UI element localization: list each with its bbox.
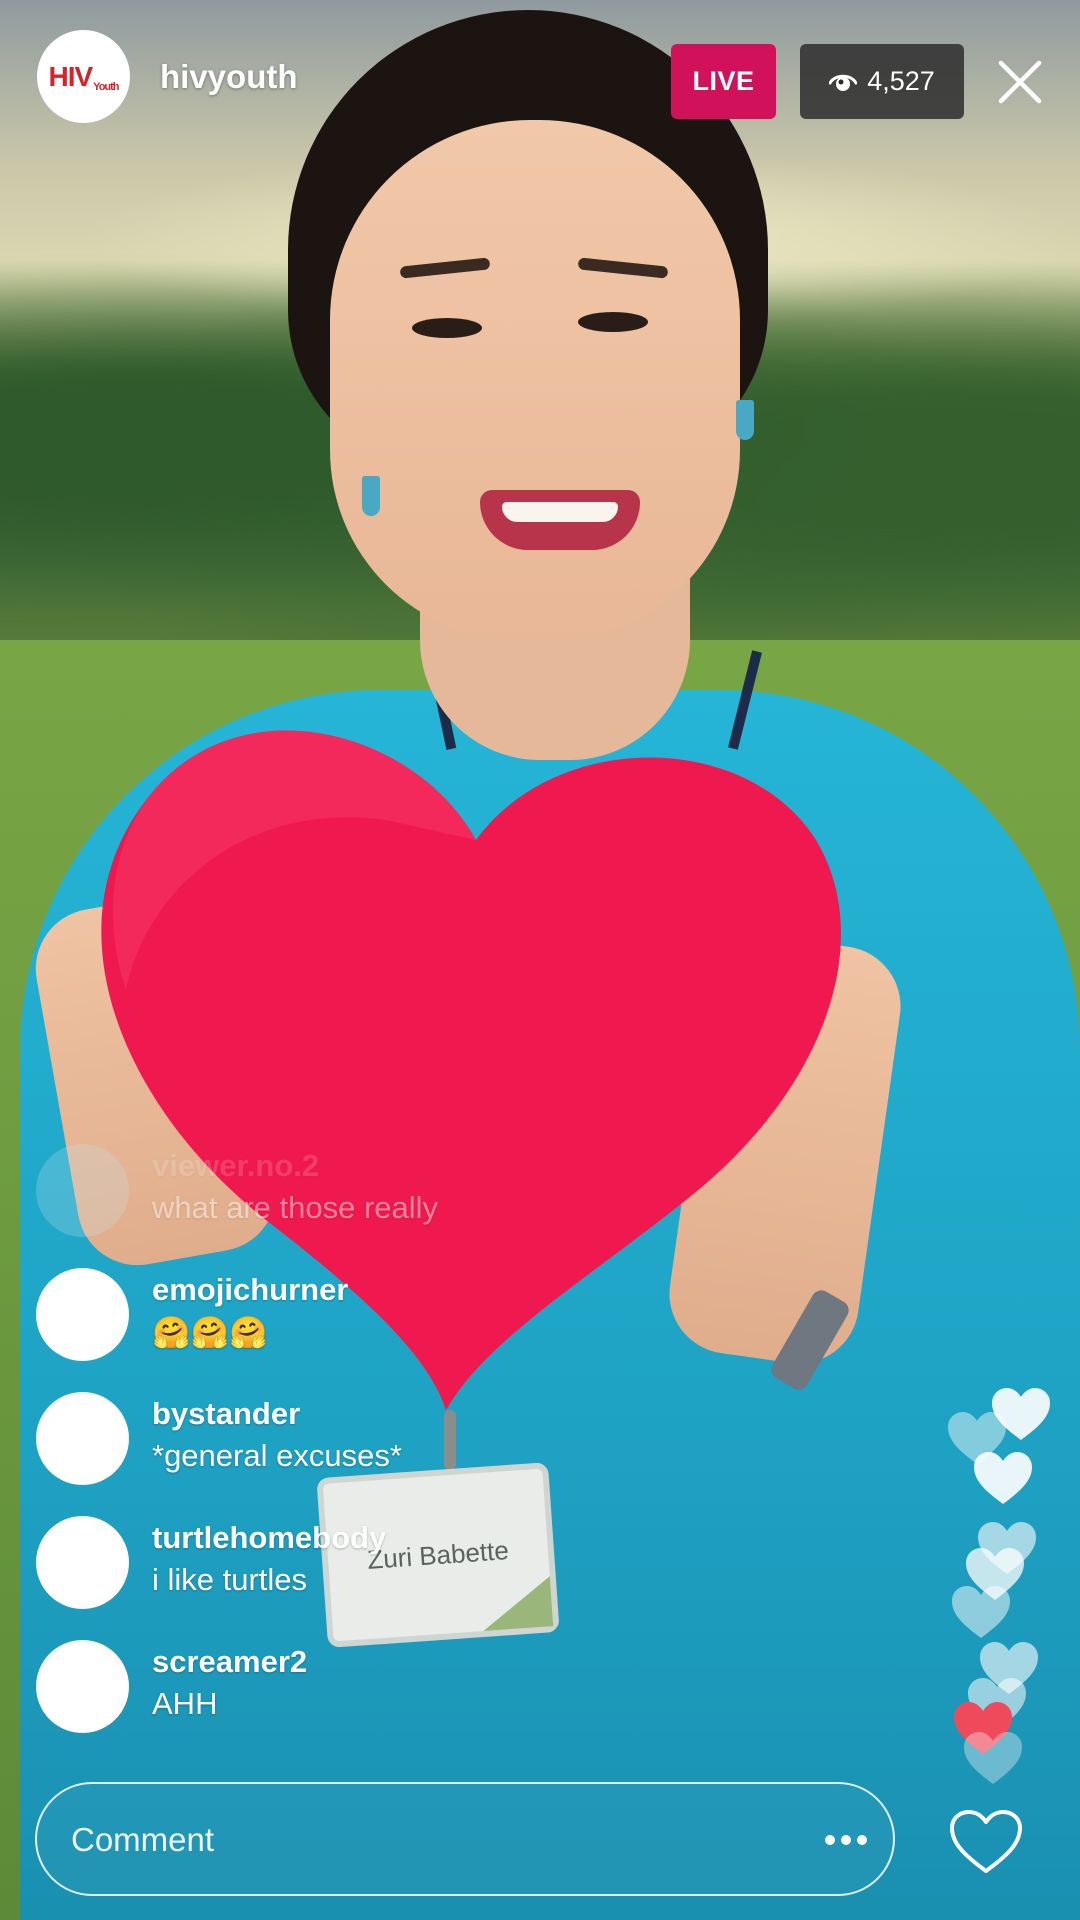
avatar-logo-main: HIV — [48, 60, 93, 92]
profile-avatar[interactable]: HIV Youth — [37, 30, 130, 123]
smile — [480, 490, 640, 550]
close-icon[interactable] — [997, 59, 1043, 105]
comment-avatar[interactable] — [36, 1392, 129, 1485]
comment-avatar[interactable] — [36, 1640, 129, 1733]
viewer-count: 4,527 — [867, 66, 935, 96]
comment-username[interactable]: emojichurner — [152, 1272, 348, 1308]
comment-item[interactable]: bystander *general excuses* — [36, 1388, 736, 1488]
floating-heart-icon — [974, 1452, 1032, 1504]
comment-avatar[interactable] — [36, 1516, 129, 1609]
comment-username[interactable]: turtlehomebody — [152, 1520, 386, 1556]
face — [330, 120, 740, 640]
comment-avatar[interactable] — [36, 1268, 129, 1361]
comment-username[interactable]: bystander — [152, 1396, 300, 1432]
comment-text: *general excuses* — [152, 1438, 402, 1473]
comment-text: i like turtles — [152, 1562, 308, 1597]
live-badge: LIVE — [671, 44, 776, 119]
comment-username[interactable]: screamer2 — [152, 1644, 307, 1680]
comment-item[interactable]: screamer2 AHH — [36, 1636, 736, 1736]
broadcaster-username[interactable]: hivyouth — [160, 58, 298, 96]
heart-icon[interactable] — [948, 1808, 1024, 1876]
left-eye — [412, 318, 482, 338]
comment-item[interactable]: viewer.no.2 what are those really — [36, 1140, 736, 1240]
comment-avatar[interactable] — [36, 1144, 129, 1237]
comment-text: 🤗🤗🤗 — [152, 1315, 268, 1350]
comment-text: what are those really — [152, 1190, 439, 1225]
comment-input[interactable] — [71, 1812, 771, 1868]
broadcaster-figure: Zuri Babette — [0, 0, 1080, 1920]
live-video-frame: Zuri Babette — [0, 0, 1080, 1920]
right-eye — [578, 312, 648, 332]
eye-icon — [829, 74, 858, 91]
comment-item[interactable]: emojichurner 🤗🤗🤗 — [36, 1264, 736, 1364]
avatar-logo-small: Youth — [93, 81, 119, 93]
left-earring — [362, 476, 380, 516]
more-icon[interactable] — [825, 1828, 885, 1852]
comment-item[interactable]: turtlehomebody i like turtles — [36, 1512, 736, 1612]
comment-username[interactable]: viewer.no.2 — [152, 1148, 319, 1184]
floating-heart-icon — [952, 1586, 1010, 1638]
viewer-count-pill[interactable]: 4,527 — [800, 44, 964, 119]
comment-text: AHH — [152, 1686, 218, 1721]
comment-composer[interactable] — [35, 1782, 895, 1896]
floating-heart-icon — [964, 1732, 1022, 1784]
right-earring — [736, 400, 754, 440]
